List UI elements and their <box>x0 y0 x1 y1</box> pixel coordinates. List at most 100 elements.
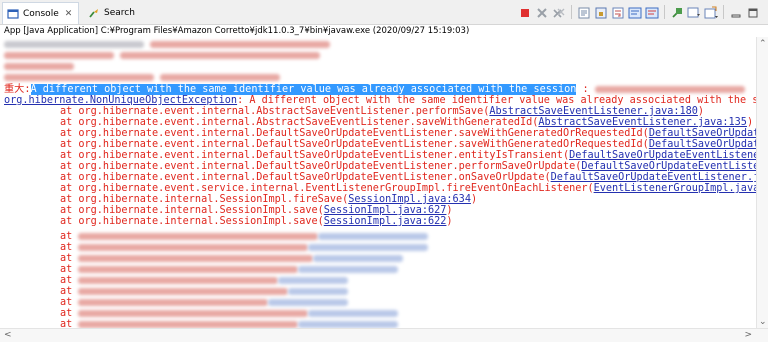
source-link[interactable]: SessionImpl.java:634 <box>348 194 471 205</box>
blurred-link <box>313 254 404 262</box>
toolbar-separator <box>571 5 572 19</box>
frame-prefix: at <box>60 286 73 297</box>
remove-all-icon[interactable] <box>552 5 566 19</box>
console-output[interactable]: 重大:A different object with the same iden… <box>0 37 757 329</box>
blurred-link <box>298 265 399 273</box>
blurred-log-line <box>4 50 321 61</box>
console-toolbar <box>518 5 760 19</box>
blurred-stack-frame: at <box>60 264 399 275</box>
error-severity: 重大: <box>4 84 31 95</box>
toolbar-separator <box>723 5 724 19</box>
blurred-stack-frame: at <box>60 275 349 286</box>
stack-frame-method: at org.hibernate.event.internal.DefaultS… <box>60 139 649 150</box>
stack-frame-end: ) <box>470 194 478 205</box>
stack-frame-method: at org.hibernate.event.internal.Abstract… <box>60 106 490 117</box>
minimize-icon[interactable] <box>729 5 743 19</box>
blurred-stack-frame: at <box>60 286 349 297</box>
vertical-scrollbar[interactable]: ⌃ ⌄ <box>756 37 768 329</box>
show-stdout-icon[interactable] <box>628 5 642 19</box>
blurred-text <box>78 276 279 284</box>
blurred-link <box>308 243 429 251</box>
stack-frame-method: at org.hibernate.event.internal.DefaultS… <box>60 172 551 183</box>
stack-frame-method: at org.hibernate.internal.SessionImpl.fi… <box>60 194 349 205</box>
source-link[interactable]: EventListenerGroupImpl.java:102 <box>594 183 757 194</box>
close-icon[interactable]: ✕ <box>65 9 73 19</box>
scroll-right-icon[interactable]: > <box>744 330 752 340</box>
scroll-down-icon[interactable]: ⌄ <box>759 317 767 327</box>
frame-prefix: at <box>60 275 73 286</box>
scroll-left-icon[interactable]: < <box>4 330 12 340</box>
stack-frame: at org.hibernate.event.service.internal.… <box>60 183 757 194</box>
blurred-link <box>288 287 349 295</box>
exception-line: org.hibernate.NonUniqueObjectException: … <box>4 95 757 106</box>
toolbar-separator <box>664 5 665 19</box>
stack-frame-end: ) <box>446 205 453 216</box>
stack-frame: at org.hibernate.event.internal.DefaultS… <box>60 150 757 161</box>
stack-frame: at org.hibernate.event.internal.DefaultS… <box>60 161 757 172</box>
show-stderr-icon[interactable] <box>645 5 659 19</box>
blurred-link <box>278 276 349 284</box>
source-link[interactable]: DefaultSaveOrUpdateEventListener.java:17… <box>569 150 757 161</box>
blurred-stack-frame: at <box>60 253 404 264</box>
blurred-stack-frame: at <box>60 308 399 319</box>
stack-frame-method: at org.hibernate.event.internal.DefaultS… <box>60 150 570 161</box>
blurred-text <box>78 232 319 240</box>
stack-frame-end: ) <box>697 106 705 117</box>
blurred-stack-frame: at <box>60 231 429 242</box>
tab-console[interactable]: Console ✕ <box>2 2 80 24</box>
source-link[interactable]: SessionImpl.java:627 <box>324 205 447 216</box>
source-link[interactable]: DefaultSaveOrUpdateEventListener.java:75 <box>551 172 757 183</box>
display-selected-console-icon[interactable] <box>687 5 701 19</box>
message-suffix: : <box>576 84 589 95</box>
blurred-log-line <box>4 61 74 72</box>
source-link[interactable]: AbstractSaveEventListener.java:180 <box>489 106 698 117</box>
search-icon <box>88 7 100 19</box>
scroll-up-icon[interactable]: ⌃ <box>759 39 767 49</box>
blurred-text <box>78 243 309 251</box>
source-link[interactable]: DefaultSaveOrUpdateEventListener.java:38 <box>649 139 757 150</box>
console-icon <box>7 8 19 20</box>
source-link[interactable]: DefaultSaveOrUpdateEventList <box>649 128 757 139</box>
stack-frame-method: at org.hibernate.internal.SessionImpl.sa… <box>60 216 324 227</box>
stack-frame: at org.hibernate.event.internal.DefaultS… <box>60 128 757 139</box>
stack-frame-method: at org.hibernate.internal.SessionImpl.sa… <box>60 205 324 216</box>
terminate-icon[interactable] <box>518 5 532 19</box>
blurred-link <box>318 232 429 240</box>
tab-search-label: Search <box>104 7 135 18</box>
horizontal-scrollbar[interactable]: < > <box>0 328 768 342</box>
blurred-stack-frame: at <box>60 242 429 253</box>
error-message-line: 重大:A different object with the same iden… <box>4 84 745 95</box>
blurred-stack-frame: at <box>60 297 349 308</box>
view-tab-bar: Console ✕ Search <box>0 0 768 25</box>
stack-frame: at org.hibernate.event.internal.Abstract… <box>60 117 753 128</box>
source-link[interactable]: DefaultSaveOrUpdateEventListener.java:32 <box>581 161 757 172</box>
blurred-log-line <box>4 39 331 50</box>
blurred-text <box>78 298 269 306</box>
stack-frame: at org.hibernate.event.internal.DefaultS… <box>60 172 757 183</box>
word-wrap-icon[interactable] <box>611 5 625 19</box>
blurred-log-line <box>4 72 281 83</box>
stack-frame-end: ) <box>746 117 754 128</box>
stack-frame: at org.hibernate.internal.SessionImpl.fi… <box>60 194 477 205</box>
stack-frame-method: at org.hibernate.event.internal.DefaultS… <box>60 128 649 139</box>
selected-error-message[interactable]: A different object with the same identif… <box>30 84 577 95</box>
tab-search[interactable]: Search <box>84 2 139 23</box>
stack-frame: at org.hibernate.internal.SessionImpl.sa… <box>60 216 453 227</box>
remove-launch-icon[interactable] <box>535 5 549 19</box>
exception-class-link[interactable]: org.hibernate.NonUniqueObjectException <box>4 95 237 106</box>
stack-frame-method: at org.hibernate.event.service.internal.… <box>60 183 594 194</box>
blurred-text <box>78 287 289 295</box>
pin-console-icon[interactable] <box>670 5 684 19</box>
blurred-text <box>78 265 299 273</box>
launch-description: App [Java Application] C:¥Program Files¥… <box>4 26 470 36</box>
scroll-lock-icon[interactable] <box>594 5 608 19</box>
maximize-icon[interactable] <box>746 5 760 19</box>
stack-frame-end: ) <box>446 216 453 227</box>
open-console-icon[interactable] <box>704 5 718 19</box>
source-link[interactable]: SessionImpl.java:622 <box>324 216 447 227</box>
frame-prefix: at <box>60 264 73 275</box>
frame-prefix: at <box>60 242 73 253</box>
clear-console-icon[interactable] <box>577 5 591 19</box>
source-link[interactable]: AbstractSaveEventListener.java:135 <box>538 117 747 128</box>
frame-prefix: at <box>60 297 73 308</box>
